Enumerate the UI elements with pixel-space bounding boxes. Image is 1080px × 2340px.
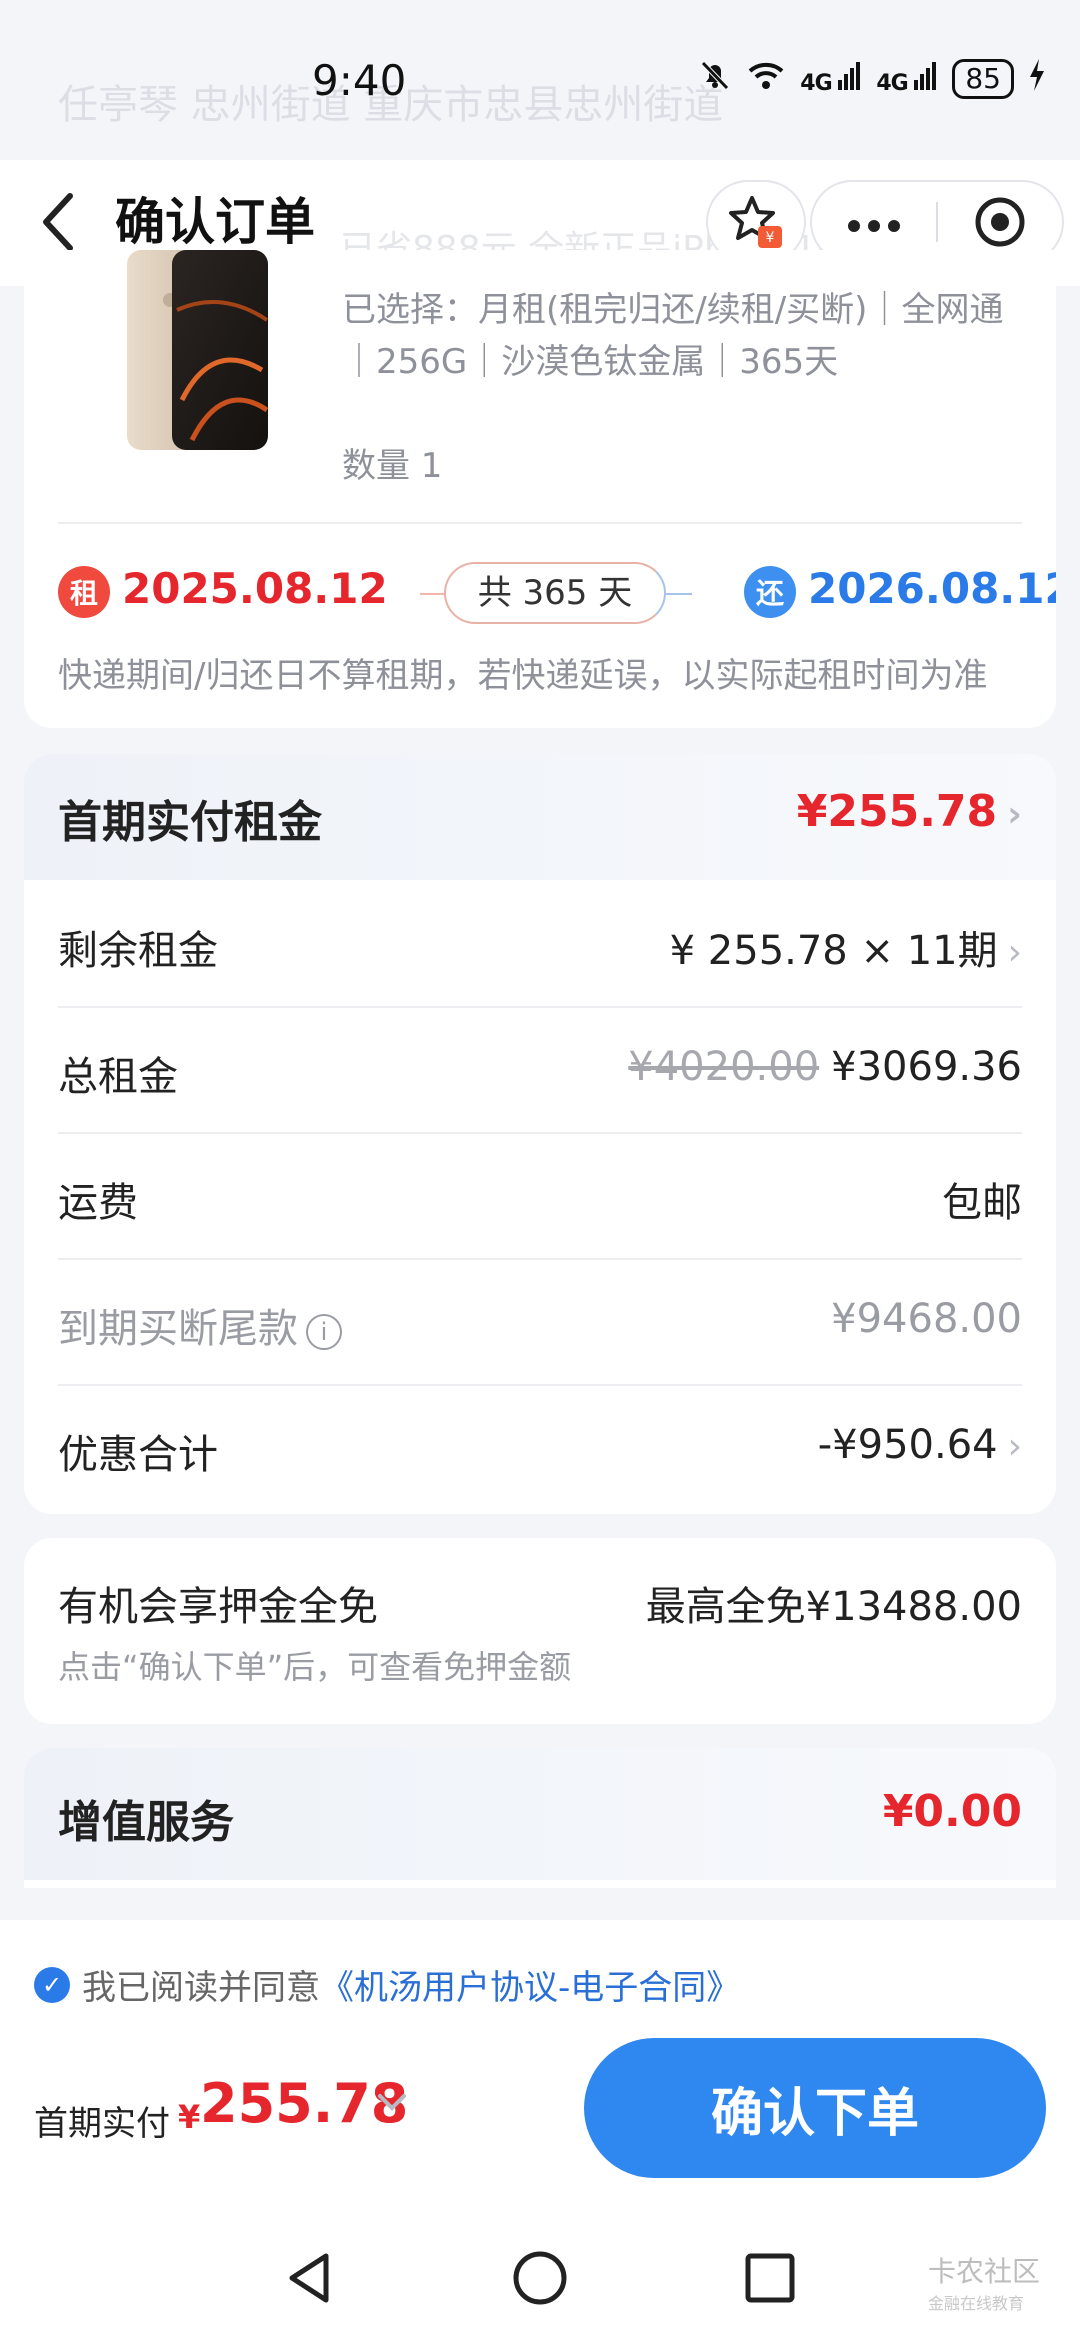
deposit-label: 有机会享押金全免 <box>58 1584 378 1630</box>
circle-home-icon <box>513 2251 567 2305</box>
remaining-rent-amount: ¥ 255.78 × 11期 <box>669 928 998 974</box>
watermark-sub: 金融在线教育 <box>927 2294 1024 2313</box>
agree-checkbox[interactable]: ✓ <box>34 1966 70 2003</box>
chevron-right-icon: › <box>1007 794 1022 835</box>
product-quantity: 数量 1 <box>342 446 443 486</box>
chevron-down-icon <box>378 2094 406 2111</box>
rent-end-badge: 还 <box>744 566 796 618</box>
buyout-value: ¥9468.00 <box>831 1296 1022 1342</box>
info-icon[interactable]: i <box>306 1314 342 1350</box>
product-card: 已选择：月租(租完归还/续租/买断)｜全网通 ｜256G｜沙漠色钛金属｜365天… <box>24 250 1056 728</box>
system-recents-button[interactable] <box>740 2248 800 2308</box>
first-pay-label: 首期实付 <box>34 2104 170 2144</box>
shipping-label: 运费 <box>58 1180 138 1226</box>
chevron-left-icon <box>43 193 73 251</box>
more-dots-icon <box>848 220 900 232</box>
days-line-left <box>420 593 446 595</box>
chevron-right-icon: › <box>1007 1426 1022 1467</box>
pay-detail-toggle[interactable] <box>374 2090 410 2118</box>
deposit-value: 最高全免¥13488.00 <box>645 1584 1022 1630</box>
page-title: 确认订单 <box>115 193 315 251</box>
agreement-link[interactable]: 《机汤用户协议-电子合同》 <box>320 1960 740 2009</box>
discount-label: 优惠合计 <box>58 1432 218 1478</box>
product-spec-line-1: 已选择：月租(租完归还/续租/买断)｜全网通 <box>342 290 1004 330</box>
price-divider <box>58 1132 1022 1134</box>
buyout-label-text: 到期买断尾款 <box>58 1306 298 1352</box>
signal-1-icon: 4G <box>800 62 862 96</box>
agree-text: 我已阅读并同意 <box>82 1968 320 2008</box>
rent-days-pill: 共 365 天 <box>444 562 666 624</box>
charging-icon <box>1028 59 1046 99</box>
product-image <box>102 250 274 450</box>
chevron-right-icon: › <box>1007 932 1022 973</box>
status-bar: 任亭琴 忠州街道 重庆市忠县忠州街道 9:40 4G 4G 85 <box>0 0 1080 160</box>
total-rent-amount: ¥3069.36 <box>831 1044 1022 1090</box>
product-spec-line-2: ｜256G｜沙漠色钛金属｜365天 <box>342 342 839 382</box>
value-added-value: ¥0.00 <box>882 1786 1022 1837</box>
price-divider <box>58 1258 1022 1260</box>
signal-2-icon: 4G <box>876 62 938 96</box>
total-rent-original: ¥4020.00 <box>628 1044 820 1090</box>
square-recents-icon <box>745 2253 795 2303</box>
rent-start-badge: 租 <box>58 566 110 618</box>
confirm-order-button[interactable]: 确认下单 <box>584 2038 1046 2178</box>
rent-period-note: 快递期间/归还日不算租期，若快递延误，以实际起租时间为准 <box>58 656 988 696</box>
first-payment-amount: ¥255.78 <box>796 786 998 837</box>
more-menu-button[interactable] <box>812 192 936 252</box>
system-back-button[interactable] <box>280 2248 340 2308</box>
back-button[interactable] <box>30 180 90 260</box>
system-nav-bar: 卡农社区 金融在线教育 <box>0 2210 1080 2340</box>
remaining-rent-value[interactable]: ¥ 255.78 × 11期 › <box>670 918 1022 976</box>
total-rent-label: 总租金 <box>58 1054 178 1100</box>
rent-end-date: 2026.08.12 <box>808 564 1056 613</box>
value-added-card: 增值服务 ¥0.00 <box>24 1748 1056 1888</box>
watermark: 卡农社区 金融在线教育 <box>928 2250 1040 2314</box>
target-close-icon <box>975 197 1025 247</box>
mute-bell-icon <box>698 58 732 100</box>
deposit-note: 点击“确认下单”后，可查看免押金额 <box>58 1648 572 1686</box>
rent-start-date: 2025.08.12 <box>122 564 388 613</box>
buyout-label: 到期买断尾款 i <box>58 1296 342 1354</box>
status-time: 9:40 <box>312 56 407 105</box>
agreement-row: ✓ 我已阅读并同意 《机汤用户协议-电子合同》 <box>34 1960 740 2009</box>
product-divider <box>58 522 1022 524</box>
watermark-name: 卡农社区 <box>927 2255 1040 2288</box>
value-added-label: 增值服务 <box>58 1797 234 1848</box>
remaining-rent-label: 剩余租金 <box>58 928 218 974</box>
shipping-value: 包邮 <box>942 1180 1022 1226</box>
close-program-button[interactable] <box>938 194 1062 250</box>
total-rent-value: ¥4020.00 ¥3069.36 <box>628 1044 1022 1090</box>
first-payment-label: 首期实付租金 <box>58 797 322 848</box>
star-coupon-icon: ¥ <box>729 196 782 248</box>
price-divider <box>58 1384 1022 1386</box>
network-2-label: 4G <box>876 71 908 96</box>
bottom-action-bar: ✓ 我已阅读并同意 《机汤用户协议-电子合同》 首期实付 ¥ 255.78 确认… <box>0 1920 1080 2210</box>
status-icons: 4G 4G 85 <box>698 58 1046 100</box>
first-payment-value[interactable]: ¥255.78 › <box>797 786 1022 837</box>
svg-text:¥: ¥ <box>766 230 775 246</box>
deposit-card: 有机会享押金全免 最高全免¥13488.00 点击“确认下单”后，可查看免押金额 <box>24 1538 1056 1724</box>
days-line-right <box>666 593 692 595</box>
price-card: 首期实付租金 ¥255.78 › 剩余租金 ¥ 255.78 × 11期 › 总租金… <box>24 754 1056 1514</box>
wifi-icon <box>746 59 786 99</box>
first-pay-currency: ¥ <box>178 2098 201 2136</box>
network-1-label: 4G <box>800 71 832 96</box>
discount-amount: -¥950.64 <box>817 1422 998 1468</box>
discount-value[interactable]: -¥950.64 › <box>818 1422 1022 1468</box>
price-divider <box>58 1006 1022 1008</box>
battery-indicator: 85 <box>952 59 1014 99</box>
triangle-back-icon <box>289 2253 329 2303</box>
system-home-button[interactable] <box>510 2248 570 2308</box>
